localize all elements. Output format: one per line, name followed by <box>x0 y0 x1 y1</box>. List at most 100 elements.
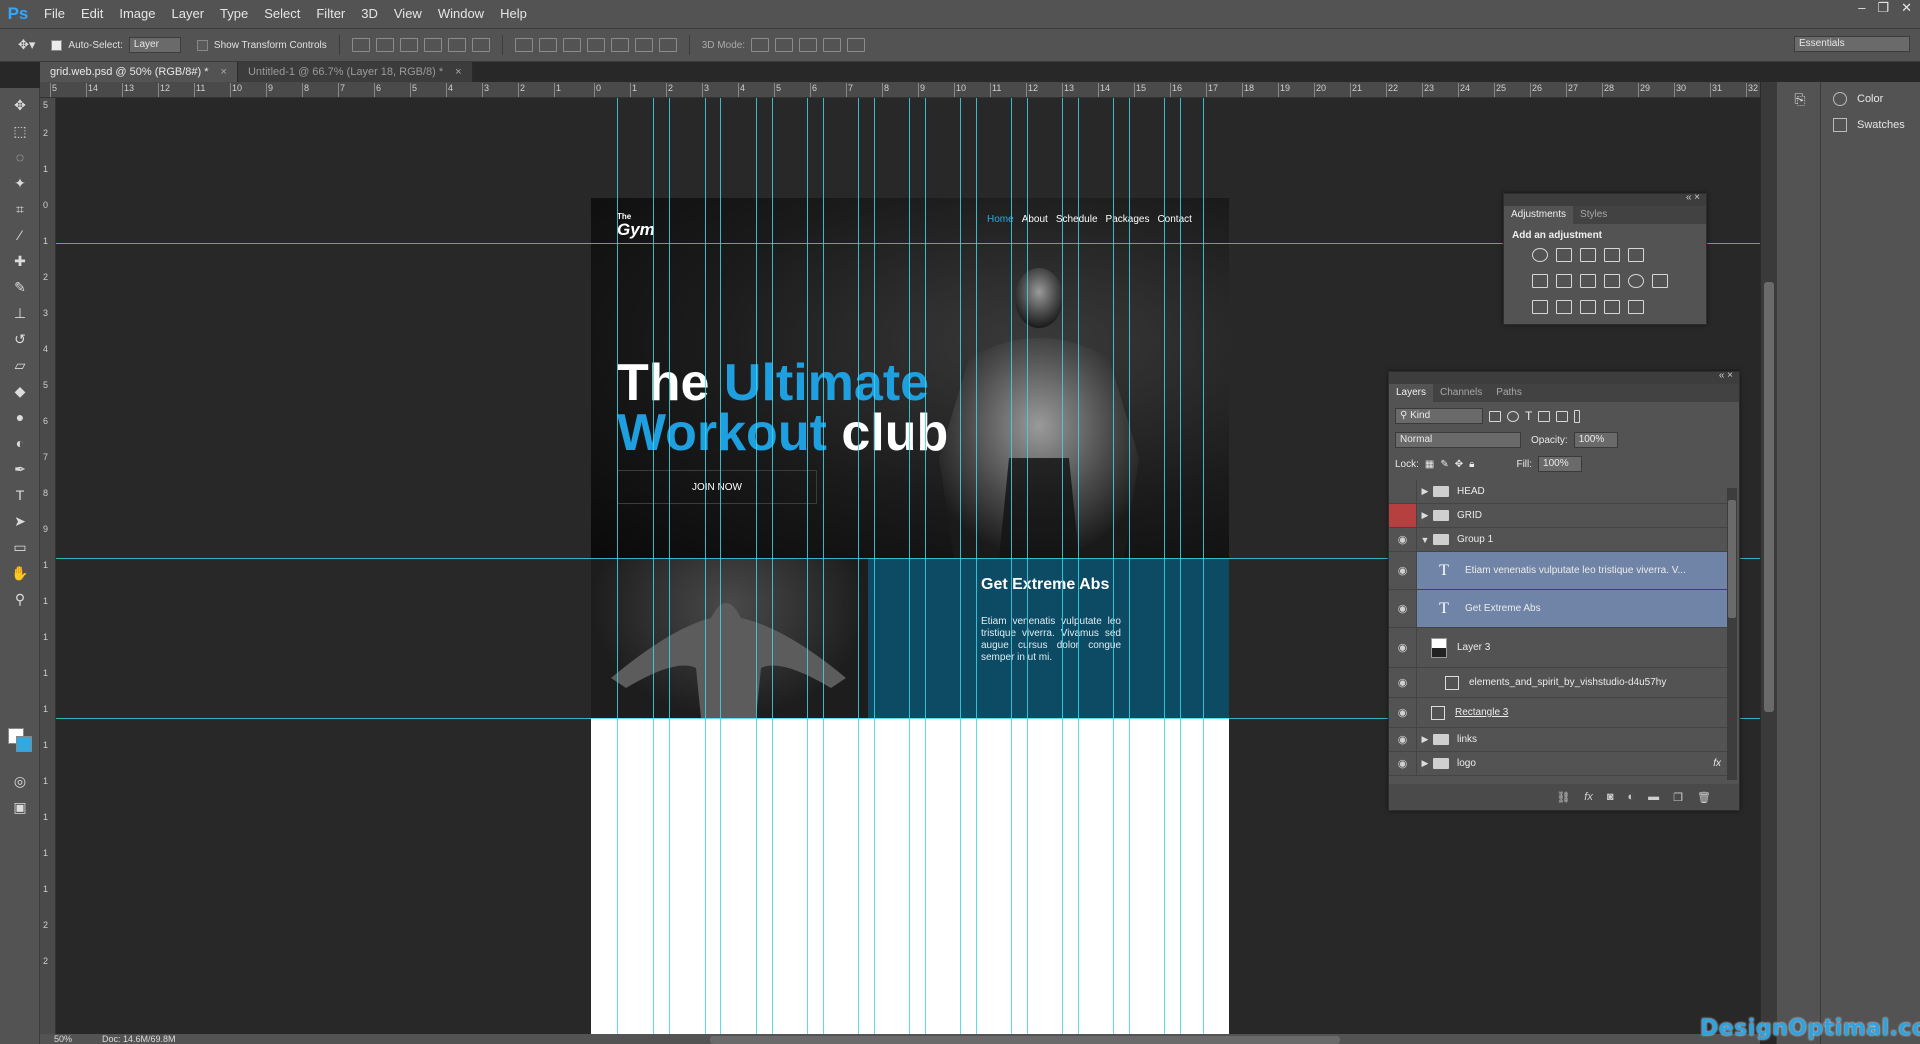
vertical-guide[interactable] <box>858 98 859 1034</box>
posterize-icon[interactable] <box>1556 300 1572 314</box>
exposure-icon[interactable] <box>1604 248 1620 262</box>
filter-pixel-icon[interactable] <box>1489 410 1501 422</box>
tab-adjustments[interactable]: Adjustments <box>1504 206 1574 224</box>
menu-window[interactable]: Window <box>430 0 492 28</box>
menu-file[interactable]: File <box>36 0 73 28</box>
3d-rotate-icon[interactable] <box>751 38 770 52</box>
horizontal-scroll-thumb[interactable] <box>710 1036 1340 1044</box>
expand-arrow-icon[interactable]: ▶ <box>1417 510 1433 521</box>
vertical-guide[interactable] <box>1164 98 1165 1034</box>
menu-image[interactable]: Image <box>111 0 163 28</box>
vertical-guide[interactable] <box>976 98 977 1034</box>
layer-row[interactable]: ◉ Rectangle 3 <box>1389 698 1729 728</box>
tab-styles[interactable]: Styles <box>1573 206 1614 224</box>
eye-icon[interactable]: ◉ <box>1389 752 1417 775</box>
vertical-guide[interactable] <box>823 98 824 1034</box>
3d-scale-icon[interactable] <box>847 38 866 52</box>
layers-scroll-thumb[interactable] <box>1728 500 1736 618</box>
move-tool-preset-icon[interactable]: ✥▾ <box>18 37 35 53</box>
layer-row[interactable]: ▶ GRID <box>1389 504 1729 528</box>
visibility-toggle-off[interactable] <box>1389 504 1417 527</box>
close-icon[interactable]: ✕ <box>1901 0 1912 20</box>
lock-transparent-icon[interactable]: ▦ <box>1425 459 1434 470</box>
link-layers-icon[interactable]: ⛓ <box>1556 791 1570 804</box>
eyedropper-tool-icon[interactable]: ⁄ <box>9 224 31 246</box>
hand-tool-icon[interactable]: ✋ <box>9 562 31 584</box>
vertical-guide[interactable] <box>653 98 654 1034</box>
threshold-icon[interactable] <box>1580 300 1596 314</box>
eye-icon[interactable]: ◉ <box>1389 668 1417 697</box>
distribute-right-icon[interactable] <box>634 38 653 52</box>
document-artboard[interactable]: The Gym Home About Schedule Packages Con… <box>591 198 1229 1034</box>
selective-color-icon[interactable] <box>1604 300 1620 314</box>
menu-edit[interactable]: Edit <box>73 0 111 28</box>
hue-saturation-icon[interactable] <box>1532 274 1548 288</box>
vertical-guide[interactable] <box>1203 98 1204 1034</box>
vertical-guide[interactable] <box>960 98 961 1034</box>
3d-drag-icon[interactable] <box>799 38 818 52</box>
dodge-tool-icon[interactable]: ◐ <box>9 432 31 454</box>
fx-badge[interactable]: fx <box>1713 758 1721 769</box>
channel-mixer-icon[interactable] <box>1628 274 1644 288</box>
align-left-icon[interactable] <box>423 38 442 52</box>
invert-icon[interactable] <box>1532 300 1548 314</box>
menu-layer[interactable]: Layer <box>164 0 213 28</box>
vertical-scroll-thumb[interactable] <box>1764 282 1774 712</box>
panel-titlebar[interactable]: « × <box>1389 370 1739 384</box>
distribute-vcenter-icon[interactable] <box>538 38 557 52</box>
clone-stamp-tool-icon[interactable]: ⊥ <box>9 302 31 324</box>
tab-channels[interactable]: Channels <box>1433 384 1489 402</box>
screen-mode-icon[interactable]: ▣ <box>9 796 31 818</box>
expand-arrow-icon[interactable]: ▶ <box>1417 734 1433 745</box>
distribute-bottom-icon[interactable] <box>562 38 581 52</box>
opacity-field[interactable]: 100% <box>1573 432 1618 448</box>
brush-tool-icon[interactable]: ✎ <box>9 276 31 298</box>
lock-position-icon[interactable]: ✥ <box>1455 459 1463 470</box>
eraser-tool-icon[interactable]: ▱ <box>9 354 31 376</box>
swatches-panel-button[interactable]: Swatches <box>1833 118 1905 132</box>
layer-row[interactable]: ▶ HEAD <box>1389 480 1729 504</box>
vertical-guide[interactable] <box>705 98 706 1034</box>
paint-bucket-tool-icon[interactable]: ◆ <box>9 380 31 402</box>
align-bottom-icon[interactable] <box>399 38 418 52</box>
collapse-icon[interactable]: « × <box>1719 370 1733 381</box>
zoom-level[interactable]: 50% <box>54 1034 72 1044</box>
background-color-swatch[interactable] <box>16 736 32 752</box>
align-hcenter-icon[interactable] <box>447 38 466 52</box>
expand-arrow-icon[interactable]: ▶ <box>1417 486 1433 497</box>
tab-paths[interactable]: Paths <box>1489 384 1529 402</box>
vertical-guide[interactable] <box>720 98 721 1034</box>
tab-grid-web[interactable]: grid.web.psd @ 50% (RGB/8#) * × <box>40 62 238 82</box>
vertical-guide[interactable] <box>1062 98 1063 1034</box>
eye-icon[interactable]: ◉ <box>1389 698 1417 727</box>
vertical-guide[interactable] <box>1027 98 1028 1034</box>
collapse-icon[interactable]: « × <box>1686 192 1700 203</box>
distribute-left-icon[interactable] <box>586 38 605 52</box>
vertical-guide[interactable] <box>756 98 757 1034</box>
lock-pixels-icon[interactable]: ✎ <box>1440 459 1448 470</box>
show-transform-checkbox[interactable] <box>196 39 208 51</box>
fx-icon[interactable]: fx <box>1584 791 1593 803</box>
3d-roll-icon[interactable] <box>775 38 794 52</box>
fill-field[interactable]: 100% <box>1538 456 1583 472</box>
vertical-scrollbar[interactable] <box>1760 82 1776 1034</box>
vertical-guide[interactable] <box>669 98 670 1034</box>
auto-select-dropdown[interactable]: Layer <box>128 37 181 53</box>
vertical-guide[interactable] <box>1113 98 1114 1034</box>
vertical-guide[interactable] <box>772 98 773 1034</box>
distribute-hcenter-icon[interactable] <box>610 38 629 52</box>
close-icon[interactable]: × <box>455 66 461 78</box>
menu-view[interactable]: View <box>386 0 430 28</box>
workspace-dropdown[interactable]: Essentials <box>1794 36 1910 52</box>
filter-type-icon[interactable]: T <box>1525 409 1532 423</box>
magic-wand-tool-icon[interactable]: ✦ <box>9 172 31 194</box>
filter-shape-icon[interactable] <box>1538 410 1551 422</box>
vertical-guide[interactable] <box>925 98 926 1034</box>
history-icon[interactable]: ⎘ <box>1789 88 1811 110</box>
tab-layers[interactable]: Layers <box>1389 384 1434 402</box>
quick-mask-icon[interactable]: ◎ <box>9 770 31 792</box>
delete-layer-icon[interactable]: 🗑︎ <box>1697 791 1711 804</box>
menu-3d[interactable]: 3D <box>353 0 386 28</box>
panel-titlebar[interactable]: « × <box>1504 192 1706 206</box>
color-balance-icon[interactable] <box>1556 274 1572 288</box>
